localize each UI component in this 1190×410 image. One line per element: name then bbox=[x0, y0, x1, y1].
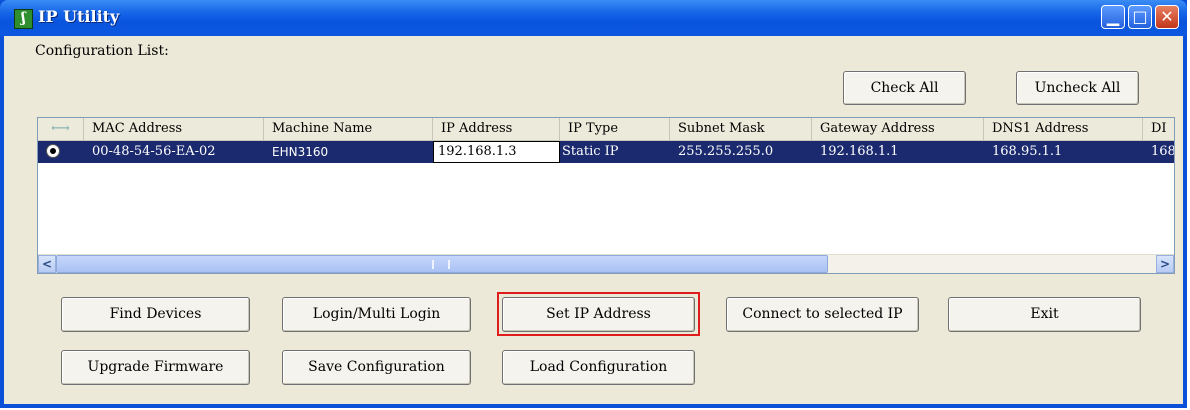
save-configuration-label: Save Configuration bbox=[308, 359, 445, 375]
exit-label: Exit bbox=[1030, 306, 1059, 322]
column-header-mac[interactable]: MAC Address bbox=[84, 118, 264, 140]
uncheck-all-label: Uncheck All bbox=[1034, 80, 1121, 96]
load-configuration-button[interactable]: Load Configuration bbox=[502, 350, 695, 385]
column-header-machine-name[interactable]: Machine Name bbox=[264, 118, 433, 140]
cell-subnet-mask: 255.255.255.0 bbox=[678, 144, 774, 159]
scroll-right-button[interactable]: > bbox=[1156, 255, 1174, 273]
scrollbar-thumb[interactable] bbox=[56, 255, 828, 273]
check-all-label: Check All bbox=[870, 80, 939, 96]
table-row[interactable]: 00-48-54-56-EA-02 EHN3160 192.168.1.3 St… bbox=[38, 141, 1174, 163]
check-all-button[interactable]: Check All bbox=[843, 71, 966, 105]
find-devices-label: Find Devices bbox=[109, 306, 202, 322]
list-header: ⟷ MAC Address Machine Name IP Address IP… bbox=[38, 118, 1174, 141]
cell-ip-type: Static IP bbox=[562, 144, 619, 159]
minimize-button[interactable]: ▁ bbox=[1101, 5, 1125, 29]
app-icon: ʃ bbox=[14, 9, 33, 29]
upgrade-firmware-label: Upgrade Firmware bbox=[87, 359, 224, 375]
ip-address-edit-field[interactable]: 192.168.1.3 bbox=[433, 141, 560, 163]
cell-gateway: 192.168.1.1 bbox=[820, 144, 899, 159]
cell-dns1: 168.95.1.1 bbox=[992, 144, 1063, 159]
connect-selected-ip-label: Connect to selected IP bbox=[742, 306, 903, 322]
chevron-right-icon: > bbox=[1159, 257, 1171, 271]
minimize-icon: ▁ bbox=[1106, 7, 1120, 26]
resize-arrows-icon[interactable]: ⟷ bbox=[38, 118, 84, 140]
scroll-left-button[interactable]: < bbox=[38, 255, 56, 273]
configuration-list[interactable]: ⟷ MAC Address Machine Name IP Address IP… bbox=[37, 117, 1175, 274]
window-title: IP Utility bbox=[38, 7, 120, 26]
close-icon: ✕ bbox=[1160, 7, 1174, 26]
title-bar[interactable]: ʃ IP Utility ▁ □ ✕ bbox=[0, 0, 1187, 36]
column-header-ip-address[interactable]: IP Address bbox=[433, 118, 560, 140]
chevron-left-icon: < bbox=[41, 257, 53, 271]
login-multi-login-button[interactable]: Login/Multi Login bbox=[282, 297, 471, 332]
horizontal-scrollbar[interactable]: < > bbox=[38, 254, 1174, 273]
cell-mac: 00-48-54-56-EA-02 bbox=[92, 144, 216, 159]
column-header-dns2[interactable]: DI bbox=[1143, 118, 1174, 140]
column-header-subnet-mask[interactable]: Subnet Mask bbox=[670, 118, 812, 140]
cell-dns2: 168 bbox=[1151, 144, 1174, 159]
maximize-button[interactable]: □ bbox=[1128, 5, 1152, 29]
connect-selected-ip-button[interactable]: Connect to selected IP bbox=[726, 297, 919, 332]
ip-utility-window: ʃ IP Utility ▁ □ ✕ Configuration List: C… bbox=[0, 0, 1187, 408]
column-header-ip-type[interactable]: IP Type bbox=[560, 118, 670, 140]
row-radio-button[interactable] bbox=[46, 144, 60, 158]
scrollbar-grip-icon bbox=[432, 260, 450, 269]
save-configuration-button[interactable]: Save Configuration bbox=[282, 350, 471, 385]
column-header-gateway[interactable]: Gateway Address bbox=[812, 118, 984, 140]
maximize-icon: □ bbox=[1132, 7, 1148, 26]
exit-button[interactable]: Exit bbox=[948, 297, 1141, 332]
cell-machine-name: EHN3160 bbox=[272, 145, 329, 159]
load-configuration-label: Load Configuration bbox=[529, 359, 668, 375]
upgrade-firmware-button[interactable]: Upgrade Firmware bbox=[61, 350, 250, 385]
login-multi-login-label: Login/Multi Login bbox=[312, 306, 441, 322]
set-ip-highlight-box bbox=[497, 292, 700, 336]
close-button[interactable]: ✕ bbox=[1155, 5, 1179, 29]
uncheck-all-button[interactable]: Uncheck All bbox=[1016, 71, 1139, 105]
configuration-list-label: Configuration List: bbox=[35, 43, 169, 59]
find-devices-button[interactable]: Find Devices bbox=[61, 297, 250, 332]
column-header-dns1[interactable]: DNS1 Address bbox=[984, 118, 1143, 140]
